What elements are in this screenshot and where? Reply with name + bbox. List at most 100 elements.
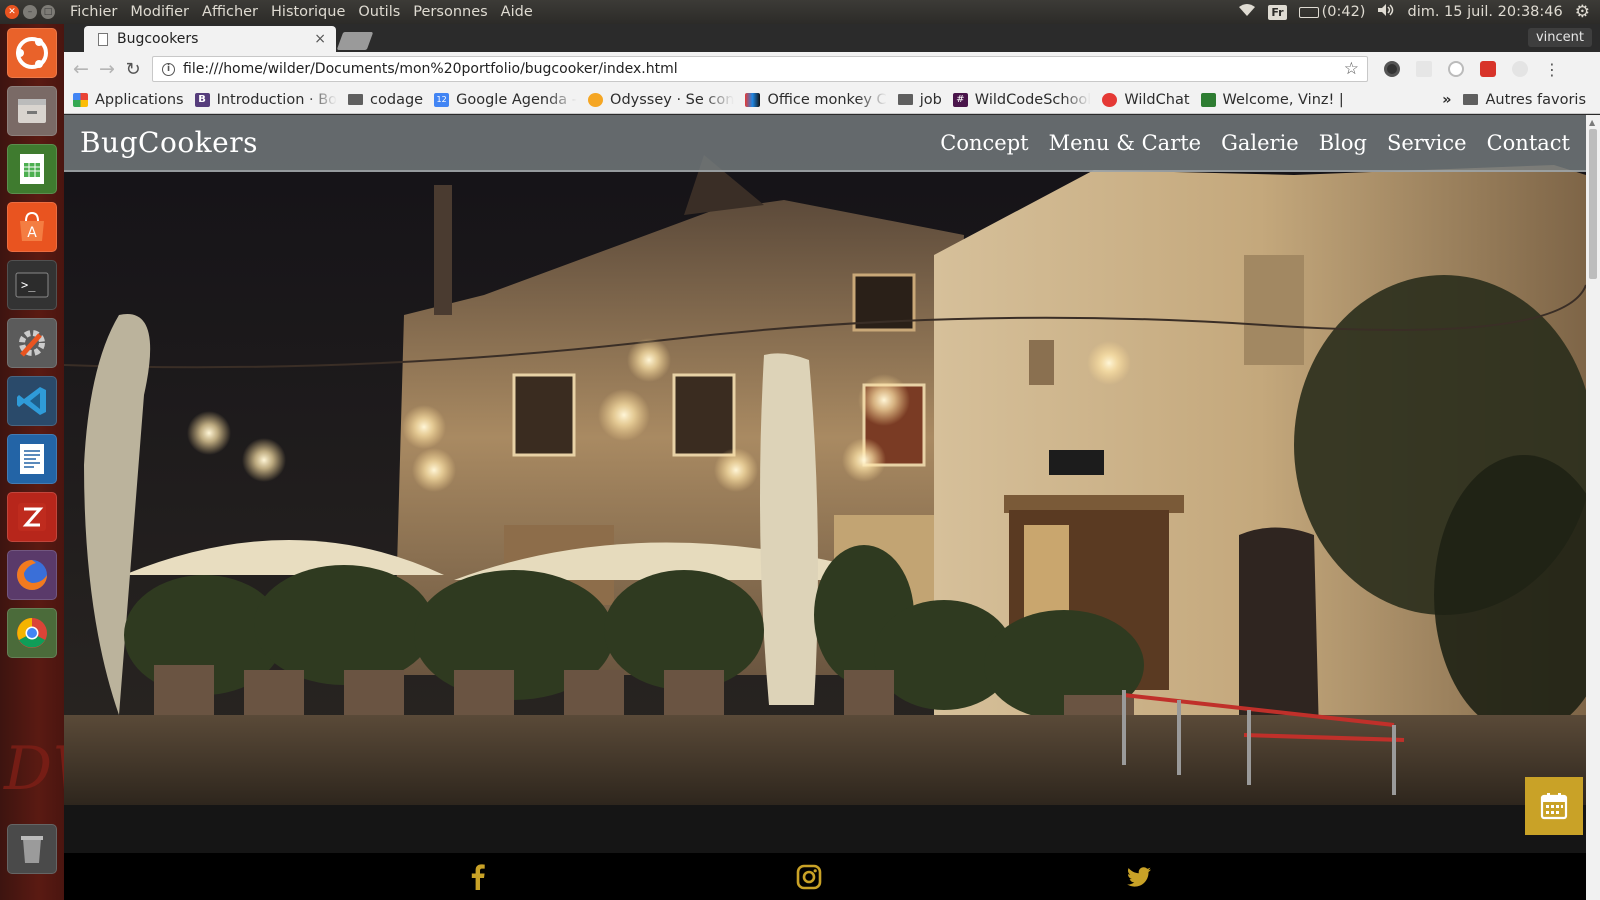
menu-modifier[interactable]: Modifier	[130, 4, 189, 20]
bookmark-other-favorites[interactable]: Autres favoris	[1463, 92, 1586, 108]
bookmark-applications[interactable]: Applications	[73, 92, 184, 108]
window-maximize-button[interactable]: □	[41, 5, 55, 19]
filezilla-icon[interactable]	[7, 492, 57, 542]
profile-button[interactable]: vincent	[1527, 28, 1592, 47]
dark-band	[64, 805, 1586, 853]
menu-afficher[interactable]: Afficher	[202, 4, 258, 20]
info-icon[interactable]: i	[162, 62, 175, 76]
browser-toolbar: ← → ↻ i file:///home/wilder/Documents/mo…	[64, 52, 1600, 86]
bookmark-wildchat[interactable]: WildChat	[1102, 92, 1190, 108]
folder-icon	[348, 94, 364, 105]
site-nav-links: Concept Menu & Carte Galerie Blog Servic…	[940, 131, 1570, 155]
bookmark-star-icon[interactable]: ☆	[1344, 59, 1359, 79]
menu-personnes[interactable]: Personnes	[413, 4, 487, 20]
libreoffice-calc-icon[interactable]	[7, 144, 57, 194]
bookmark-wildcodeschool[interactable]: # WildCodeSchool	[952, 92, 1091, 108]
page-scrollbar[interactable]: ▲	[1586, 115, 1600, 900]
address-bar[interactable]: i file:///home/wilder/Documents/mon%20po…	[152, 56, 1368, 82]
back-arrow-icon[interactable]: ←	[68, 58, 94, 80]
calendar-icon	[1540, 793, 1568, 820]
browser-tab-strip: Bugcookers × vincent	[64, 24, 1600, 52]
nav-link-menu-carte[interactable]: Menu & Carte	[1049, 131, 1202, 155]
tab-close-icon[interactable]: ×	[314, 31, 326, 47]
window-minimize-button[interactable]: –	[23, 5, 37, 19]
gear-icon[interactable]: ⚙	[1575, 2, 1590, 22]
hero-image	[64, 115, 1586, 805]
window-controls: ✕ – □	[0, 5, 64, 19]
site-navbar: BugCookers Concept Menu & Carte Galerie …	[64, 115, 1586, 172]
nav-link-concept[interactable]: Concept	[940, 131, 1028, 155]
reload-icon[interactable]: ↻	[120, 59, 146, 80]
battery-icon	[1298, 6, 1319, 18]
tab-title: Bugcookers	[117, 31, 199, 47]
system-top-panel: ✕ – □ Fichier Modifier Afficher Historiq…	[0, 0, 1600, 24]
odyssey-icon	[588, 92, 604, 107]
bookmark-welcome[interactable]: Welcome, Vinz! |	[1200, 92, 1344, 108]
battery-time: (0:42)	[1321, 4, 1366, 20]
menu-aide[interactable]: Aide	[501, 4, 533, 20]
folder-icon	[897, 94, 913, 105]
kebab-menu-icon[interactable]: ⋮	[1544, 60, 1560, 79]
wifi-icon[interactable]	[1238, 3, 1256, 21]
app-menu-bar: Fichier Modifier Afficher Historique Out…	[64, 4, 533, 20]
extension-3-icon[interactable]	[1448, 61, 1464, 77]
nav-link-service[interactable]: Service	[1387, 131, 1467, 155]
forward-arrow-icon[interactable]: →	[94, 58, 120, 80]
nav-link-blog[interactable]: Blog	[1319, 131, 1367, 155]
wildchat-icon	[1102, 92, 1118, 107]
bookmark-google-agenda[interactable]: 12 Google Agenda -	[434, 92, 577, 108]
svg-text:A: A	[27, 225, 37, 241]
menu-fichier[interactable]: Fichier	[70, 4, 117, 20]
files-icon[interactable]	[7, 86, 57, 136]
nav-link-contact[interactable]: Contact	[1487, 131, 1570, 155]
extension-4-icon[interactable]	[1480, 61, 1496, 77]
vscode-icon[interactable]	[7, 376, 57, 426]
page-viewport: BugCookers Concept Menu & Carte Galerie …	[64, 115, 1586, 900]
ubuntu-dash-icon[interactable]	[7, 28, 57, 78]
bookmark-odyssey[interactable]: Odyssey · Se con	[588, 92, 734, 108]
bookmark-folder-codage[interactable]: codage	[348, 92, 423, 108]
trash-icon[interactable]	[7, 824, 57, 874]
tab-bugcookers[interactable]: Bugcookers ×	[84, 26, 336, 52]
twitter-icon[interactable]	[1125, 863, 1153, 891]
site-footer	[64, 853, 1586, 900]
terminal-icon[interactable]: >_	[7, 260, 57, 310]
menu-outils[interactable]: Outils	[358, 4, 400, 20]
more-bookmarks-chevron-icon[interactable]: »	[1442, 92, 1451, 108]
window-close-button[interactable]: ✕	[5, 5, 19, 19]
libreoffice-writer-icon[interactable]	[7, 434, 57, 484]
bookmark-folder-job[interactable]: job	[897, 92, 942, 108]
clock[interactable]: dim. 15 juil. 20:38:46	[1407, 4, 1562, 20]
scroll-up-arrow-icon[interactable]: ▲	[1589, 118, 1595, 127]
instagram-icon[interactable]	[795, 863, 823, 891]
folder-icon	[1463, 94, 1479, 105]
reservation-calendar-button[interactable]	[1525, 777, 1583, 835]
volume-icon[interactable]	[1377, 3, 1395, 21]
new-tab-button[interactable]	[336, 32, 374, 50]
extension-2-icon[interactable]	[1416, 61, 1432, 77]
menu-historique[interactable]: Historique	[271, 4, 345, 20]
bookmark-office-monkey[interactable]: Office monkey C	[745, 92, 887, 108]
battery-indicator[interactable]: (0:42)	[1298, 4, 1366, 20]
extension-5-icon[interactable]	[1512, 61, 1528, 77]
software-center-icon[interactable]: A	[7, 202, 57, 252]
extension-1-icon[interactable]	[1384, 61, 1400, 77]
system-indicators: Fr (0:42) dim. 15 juil. 20:38:46 ⚙	[1238, 2, 1600, 22]
site-brand-logo[interactable]: BugCookers	[80, 126, 258, 159]
slack-icon: #	[952, 92, 968, 107]
url-text: file:///home/wilder/Documents/mon%20port…	[183, 61, 678, 77]
svg-text:>_: >_	[21, 278, 36, 292]
apps-grid-icon	[73, 92, 88, 107]
firefox-icon[interactable]	[7, 550, 57, 600]
nav-link-galerie[interactable]: Galerie	[1221, 131, 1299, 155]
scrollbar-thumb[interactable]	[1589, 129, 1597, 279]
calendar-icon: 12	[434, 92, 450, 107]
facebook-icon[interactable]	[464, 863, 492, 891]
page-icon	[98, 32, 108, 46]
chrome-icon[interactable]	[7, 608, 57, 658]
unity-launcher: A >_ DW	[0, 24, 114, 900]
bookmarks-bar: Applications B Introduction · Bo codage …	[64, 86, 1600, 114]
bookmark-introduction[interactable]: B Introduction · Bo	[194, 92, 337, 108]
system-settings-icon[interactable]	[7, 318, 57, 368]
keyboard-layout-indicator[interactable]: Fr	[1268, 4, 1287, 20]
